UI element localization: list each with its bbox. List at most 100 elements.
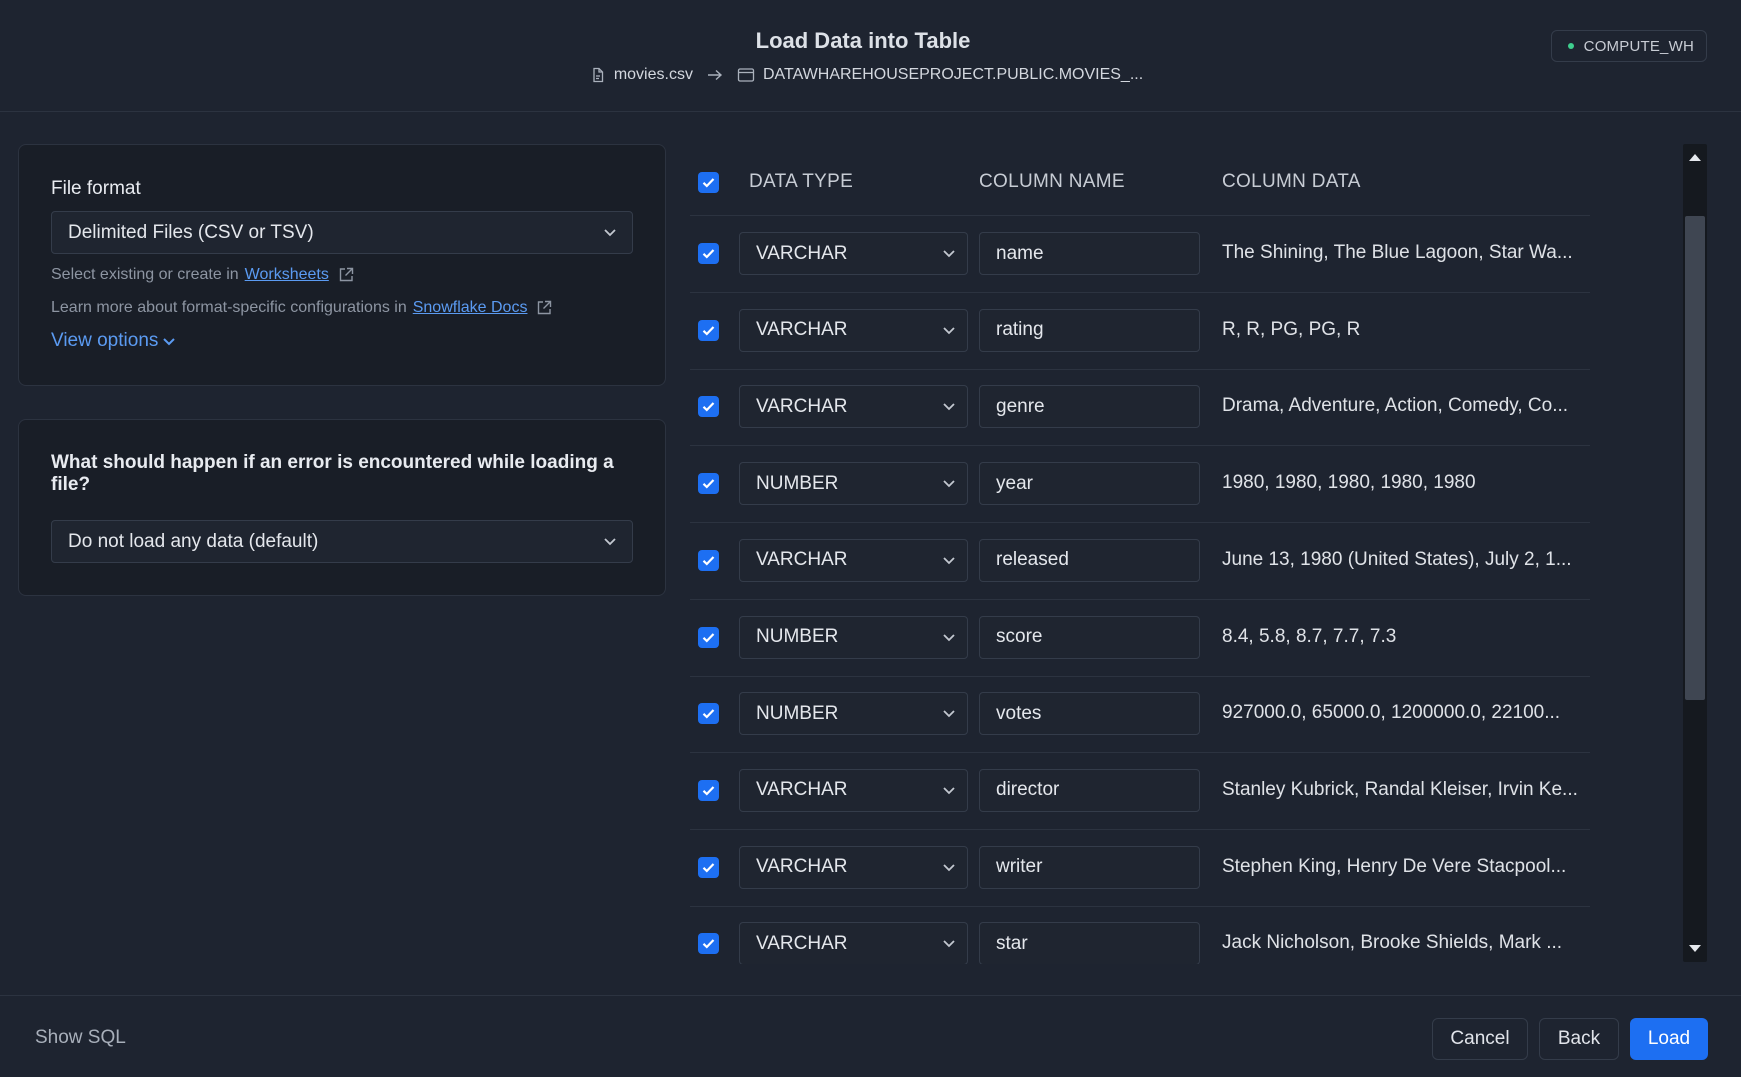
scroll-down-icon[interactable]: [1689, 945, 1701, 952]
arrow-right-icon: [707, 69, 723, 81]
load-button[interactable]: Load: [1630, 1018, 1708, 1060]
data-type-select[interactable]: NUMBER: [739, 615, 968, 659]
view-options-toggle[interactable]: View options: [51, 330, 176, 352]
worksheets-hint: Select existing or create in Worksheets: [51, 266, 355, 284]
column-data-preview: Drama, Adventure, Action, Comedy, Co...: [1222, 395, 1569, 417]
row-checkbox[interactable]: [698, 856, 719, 878]
data-type-select[interactable]: VARCHAR: [739, 232, 968, 275]
select-all-checkbox[interactable]: [698, 172, 719, 193]
warehouse-selector[interactable]: COMPUTE_WH: [1550, 30, 1707, 62]
chevron-down-icon: [163, 338, 176, 346]
data-type-value: VARCHAR: [756, 549, 848, 571]
check-icon: [702, 939, 715, 949]
chevron-down-icon: [941, 552, 957, 574]
file-icon: [590, 67, 606, 83]
chevron-down-icon: [602, 224, 618, 246]
data-type-select[interactable]: VARCHAR: [739, 845, 968, 889]
column-name-input[interactable]: director: [979, 768, 1200, 812]
column-name-input[interactable]: released: [979, 538, 1200, 582]
column-name-input[interactable]: name: [979, 232, 1200, 275]
column-name-input[interactable]: score: [979, 615, 1200, 659]
row-checkbox[interactable]: [698, 243, 719, 264]
worksheets-link[interactable]: Worksheets: [245, 266, 329, 284]
column-data-preview: 1980, 1980, 1980, 1980, 1980: [1222, 472, 1476, 494]
table-row: VARCHAR director Stanley Kubrick, Randal K…: [690, 753, 1590, 830]
header-column-name: COLUMN NAME: [979, 171, 1125, 192]
column-name-input[interactable]: year: [979, 462, 1200, 506]
column-data-preview: The Shining, The Blue Lagoon, Star Wa...: [1222, 242, 1573, 263]
data-type-value: VARCHAR: [756, 779, 848, 801]
external-link-icon: [535, 299, 553, 317]
check-icon: [702, 325, 715, 336]
scroll-thumb[interactable]: [1685, 216, 1705, 700]
chevron-down-icon: [941, 398, 957, 420]
column-name-input[interactable]: writer: [979, 845, 1200, 889]
chevron-down-icon: [941, 245, 957, 267]
chevron-down-icon: [941, 935, 957, 957]
column-data-preview: June 13, 1980 (United States), July 2, 1…: [1222, 548, 1572, 570]
data-type-select[interactable]: VARCHAR: [739, 922, 968, 964]
data-type-select[interactable]: NUMBER: [739, 692, 968, 736]
scroll-up-icon[interactable]: [1689, 154, 1701, 161]
docs-hint-text: Learn more about format-specific configu…: [51, 299, 407, 316]
table-header: DATA TYPE COLUMN NAME COLUMN DATA: [690, 144, 1590, 216]
file-format-value: Delimited Files (CSV or TSV): [68, 221, 314, 243]
error-handling-select[interactable]: Do not load any data (default): [51, 520, 633, 563]
data-type-select[interactable]: VARCHAR: [739, 538, 968, 582]
column-data-preview: Stephen King, Henry De Vere Stacpool...: [1222, 855, 1567, 877]
data-type-value: NUMBER: [756, 702, 839, 724]
error-handling-card: What should happen if an error is encoun…: [18, 419, 666, 596]
row-checkbox[interactable]: [698, 549, 719, 571]
row-checkbox[interactable]: [698, 626, 719, 648]
view-options-label: View options: [51, 330, 159, 351]
table-icon: [737, 67, 755, 83]
data-type-value: NUMBER: [756, 472, 839, 494]
error-handling-value: Do not load any data (default): [68, 530, 319, 552]
column-name-input[interactable]: genre: [979, 385, 1200, 429]
row-checkbox[interactable]: [698, 319, 719, 341]
external-link-icon: [337, 266, 355, 284]
header-column-data: COLUMN DATA: [1222, 171, 1361, 192]
row-checkbox[interactable]: [698, 933, 719, 955]
check-icon: [702, 402, 715, 412]
row-checkbox[interactable]: [698, 473, 719, 495]
data-type-select[interactable]: VARCHAR: [739, 385, 968, 429]
table-scrollbar[interactable]: [1683, 144, 1707, 962]
chevron-down-icon: [941, 322, 957, 344]
cancel-button[interactable]: Cancel: [1432, 1018, 1528, 1060]
column-data-preview: 927000.0, 65000.0, 1200000.0, 22100...: [1222, 702, 1561, 724]
column-name-input[interactable]: rating: [979, 308, 1200, 352]
check-icon: [702, 632, 715, 643]
table-row: VARCHAR writer Stephen King, Henry De Vere…: [690, 830, 1590, 907]
data-type-value: VARCHAR: [756, 856, 848, 878]
snowflake-docs-link[interactable]: Snowflake Docs: [413, 299, 528, 317]
status-dot-icon: [1567, 43, 1574, 49]
table-row: VARCHAR rating R, R, PG, PG, R: [690, 293, 1590, 370]
data-type-select[interactable]: VARCHAR: [739, 308, 968, 352]
show-sql-button[interactable]: Show SQL: [35, 1027, 126, 1049]
row-checkbox[interactable]: [698, 396, 719, 418]
docs-hint: Learn more about format-specific configu…: [51, 299, 553, 317]
back-button[interactable]: Back: [1539, 1018, 1619, 1060]
row-checkbox[interactable]: [698, 779, 719, 801]
column-name-input[interactable]: votes: [979, 692, 1200, 736]
check-icon: [702, 479, 715, 489]
dialog-footer: Show SQL Cancel Back Load: [0, 995, 1741, 1077]
column-name-input[interactable]: star: [979, 922, 1200, 964]
worksheets-hint-text: Select existing or create in: [51, 266, 239, 283]
target-table-name: DATAWHAREHOUSEPROJECT.PUBLIC.MOVIES_...: [762, 66, 1144, 83]
header-data-type: DATA TYPE: [749, 171, 854, 192]
chevron-down-icon: [941, 859, 957, 881]
file-format-card: File format Delimited Files (CSV or TSV)…: [18, 144, 666, 386]
table-row: NUMBER votes 927000.0, 65000.0, 1200000.0,…: [690, 676, 1590, 754]
source-file-name: movies.csv: [613, 66, 693, 83]
data-type-select[interactable]: NUMBER: [739, 462, 968, 506]
row-checkbox[interactable]: [698, 703, 719, 725]
table-row: VARCHAR star Jack Nicholson, Brooke Shield…: [690, 906, 1590, 964]
load-path: movies.csv DATAWHAREHOUSEPROJECT.PUBLIC.…: [0, 66, 1733, 84]
chevron-down-icon: [941, 705, 957, 727]
table-row: NUMBER year 1980, 1980, 1980, 1980, 1980: [690, 446, 1590, 524]
data-type-select[interactable]: VARCHAR: [739, 768, 968, 812]
column-data-preview: Jack Nicholson, Brooke Shields, Mark ...: [1222, 932, 1563, 954]
file-format-select[interactable]: Delimited Files (CSV or TSV): [51, 211, 633, 254]
